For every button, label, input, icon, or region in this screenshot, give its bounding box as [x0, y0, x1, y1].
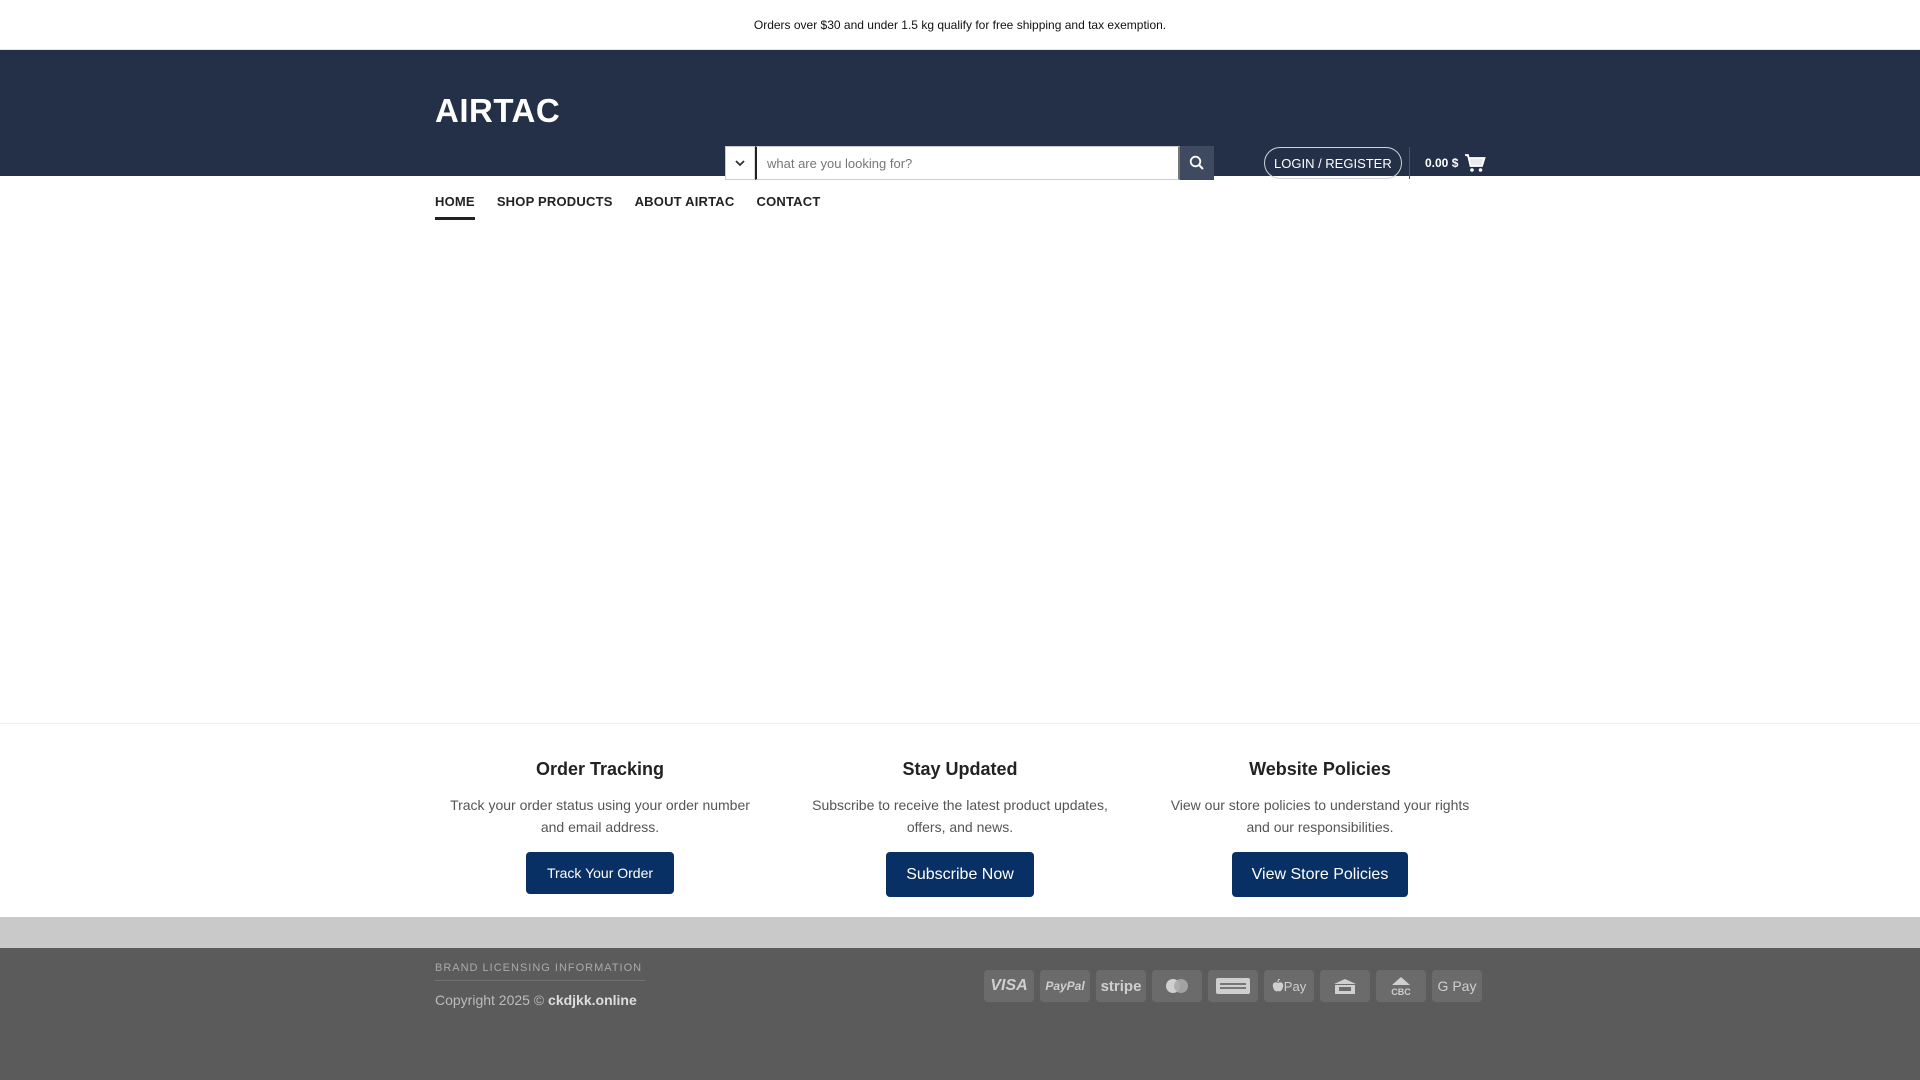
bank-card-icon	[1320, 970, 1370, 1002]
site-logo[interactable]: AIRTAC	[435, 92, 560, 130]
paypal-icon: PayPal	[1040, 970, 1090, 1002]
cart-button[interactable]: 0.00 $	[1425, 150, 1487, 176]
copyright-site: ckdjkk.online	[548, 992, 637, 1008]
nav-home[interactable]: HOME	[435, 180, 475, 223]
copyright-text: Copyright 2025 © ckdjkk.online	[435, 992, 637, 1008]
feature-text: Subscribe to receive the latest product …	[812, 797, 1108, 835]
visa-icon: VISA	[984, 970, 1034, 1002]
search-button[interactable]	[1180, 146, 1214, 180]
cart-icon	[1465, 154, 1487, 172]
feature-title: Website Policies	[1249, 759, 1391, 779]
nav-about-airtac[interactable]: ABOUT AIRTAC	[635, 180, 735, 223]
shipping-notice: Orders over $30 and under 1.5 kg qualify…	[753, 17, 1167, 32]
feature-title: Stay Updated	[902, 759, 1018, 779]
amex-icon	[1208, 970, 1258, 1002]
feature-text: Track your order status using your order…	[450, 797, 750, 835]
search-category-dropdown[interactable]	[725, 146, 755, 180]
search-bar	[725, 146, 1214, 180]
top-notice-bar: Orders over $30 and under 1.5 kg qualify…	[0, 0, 1920, 50]
site-header: AIRTAC LOGIN / REGISTER 0.00 $	[0, 50, 1920, 180]
nav-shop-products[interactable]: SHOP PRODUCTS	[497, 180, 613, 223]
copyright-prefix: Copyright 2025 ©	[435, 992, 545, 1008]
payment-icons: VISA PayPal stripe Pay CBC G Pay	[984, 970, 1482, 1002]
nav-contact[interactable]: CONTACT	[756, 180, 820, 223]
feature-text: View our store policies to understand yo…	[1170, 797, 1470, 835]
search-input[interactable]	[755, 146, 1180, 180]
main-navigation: HOME SHOP PRODUCTS ABOUT AIRTAC CONTACT	[435, 176, 820, 226]
apple-pay-icon: Pay	[1264, 970, 1314, 1002]
track-order-button[interactable]: Track Your Order	[525, 852, 675, 894]
view-policies-button[interactable]: View Store Policies	[1231, 852, 1409, 897]
search-icon	[1189, 155, 1204, 170]
mastercard-icon	[1152, 970, 1202, 1002]
brand-licensing-link[interactable]: BRAND LICENSING INFORMATION	[435, 962, 645, 981]
feature-order-tracking: Order Tracking Track your order status u…	[440, 759, 760, 894]
site-footer: BRAND LICENSING INFORMATION Copyright 20…	[0, 948, 1920, 1080]
header-divider	[1409, 147, 1410, 179]
feature-title: Order Tracking	[535, 759, 665, 779]
features-section: Order Tracking Track your order status u…	[0, 723, 1920, 917]
subscribe-button[interactable]: Subscribe Now	[886, 852, 1034, 897]
feature-stay-updated: Stay Updated Subscribe to receive the la…	[800, 759, 1120, 897]
chevron-down-icon	[735, 160, 745, 167]
google-pay-icon: G Pay	[1432, 970, 1482, 1002]
footer-divider-band	[0, 917, 1920, 948]
feature-website-policies: Website Policies View our store policies…	[1160, 759, 1480, 897]
stripe-icon: stripe	[1096, 970, 1146, 1002]
cart-total: 0.00 $	[1425, 156, 1459, 170]
cbc-icon: CBC	[1376, 970, 1426, 1002]
login-register-button[interactable]: LOGIN / REGISTER	[1264, 147, 1402, 179]
